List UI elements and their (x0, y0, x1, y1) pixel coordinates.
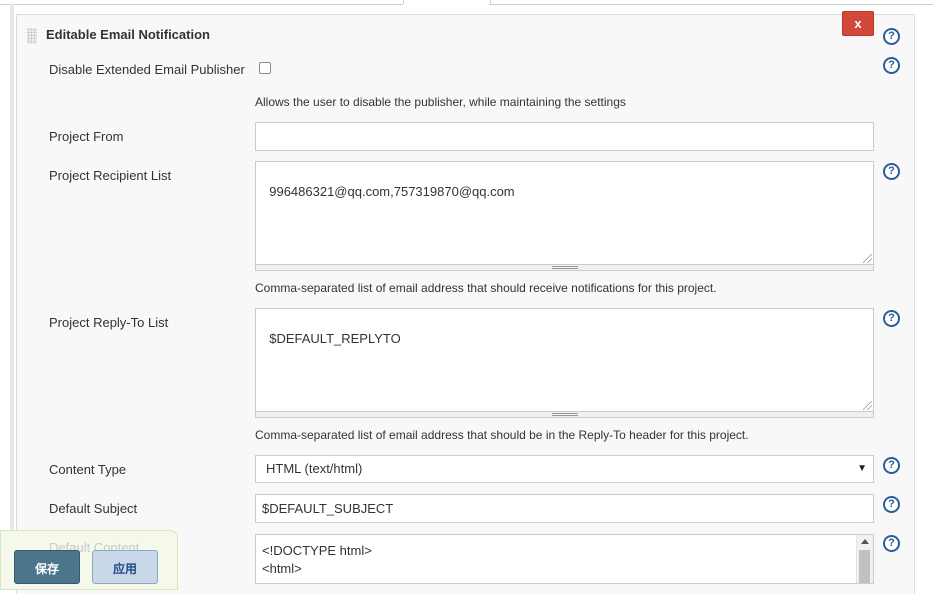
scroll-up-icon[interactable] (861, 539, 869, 544)
active-tab[interactable] (403, 0, 491, 4)
default-content-line: <html> (262, 561, 302, 576)
default-content-textarea[interactable]: <!DOCTYPE html> <html> (255, 534, 874, 584)
recipient-list-drag-handle[interactable] (255, 265, 874, 271)
default-content-lines: <!DOCTYPE html> <html> (262, 542, 372, 578)
reply-to-list-description: Comma-separated list of email address th… (255, 428, 749, 442)
scrollbar[interactable] (856, 535, 873, 583)
left-gutter (10, 4, 14, 579)
recipient-list-value: 996486321@qq.com,757319870@qq.com (269, 184, 515, 199)
tab-strip-line-right (489, 4, 933, 5)
help-icon[interactable]: ? (883, 28, 900, 45)
disable-publisher-checkbox[interactable] (259, 62, 271, 74)
disable-publisher-label: Disable Extended Email Publisher (49, 62, 245, 77)
help-icon[interactable]: ? (883, 457, 900, 474)
help-icon[interactable]: ? (883, 57, 900, 74)
reply-to-list-textarea[interactable]: $DEFAULT_REPLYTO (255, 308, 874, 412)
tab-strip-line-left (0, 4, 403, 5)
drag-grip-icon[interactable] (27, 28, 37, 44)
help-icon[interactable]: ? (883, 310, 900, 327)
section-title: Editable Email Notification (46, 27, 210, 42)
project-from-input[interactable] (255, 122, 874, 151)
help-icon[interactable]: ? (883, 496, 900, 513)
content-type-select[interactable]: HTML (text/html) ▼ (255, 455, 874, 483)
help-icon[interactable]: ? (883, 535, 900, 552)
disable-publisher-description: Allows the user to disable the publisher… (255, 95, 626, 109)
triangle-down-icon: ▼ (857, 463, 867, 474)
default-subject-input[interactable]: $DEFAULT_SUBJECT (255, 494, 874, 523)
reply-to-list-value: $DEFAULT_REPLYTO (269, 331, 401, 346)
textarea-resize-handle[interactable] (863, 401, 872, 410)
recipient-list-description: Comma-separated list of email address th… (255, 281, 717, 295)
top-tab-strip (0, 0, 933, 5)
content-type-label: Content Type (49, 462, 127, 477)
help-icon[interactable]: ? (883, 163, 900, 180)
reply-to-list-label: Project Reply-To List (49, 315, 169, 330)
project-from-label: Project From (49, 129, 124, 144)
default-subject-label: Default Subject (49, 501, 138, 516)
textarea-resize-handle[interactable] (863, 254, 872, 263)
recipient-list-textarea[interactable]: 996486321@qq.com,757319870@qq.com (255, 161, 874, 265)
delete-section-button[interactable]: x (842, 11, 874, 36)
reply-to-list-drag-handle[interactable] (255, 412, 874, 418)
default-content-line: <!DOCTYPE html> (262, 543, 372, 558)
content-type-selected: HTML (text/html) (266, 461, 363, 476)
recipient-list-label: Project Recipient List (49, 168, 172, 183)
